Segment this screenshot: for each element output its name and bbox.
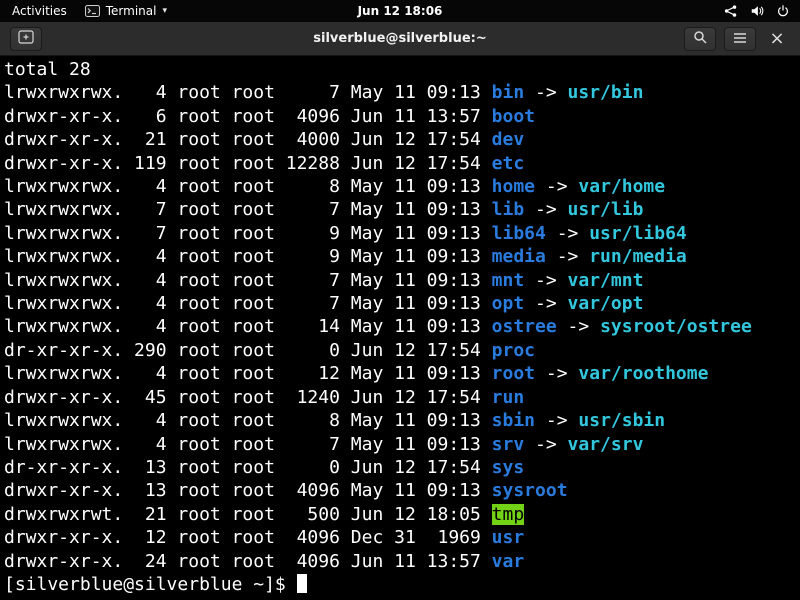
file-listing: lrwxrwxrwx. 4 root root 7 May 11 09:13 b… [4,81,800,573]
symlink-target: var/srv [568,434,644,455]
chevron-down-icon: ▾ [162,6,167,16]
file-name: run [492,387,525,408]
file-row: lrwxrwxrwx. 4 root root 7 May 11 09:13 b… [4,81,800,104]
file-row: lrwxrwxrwx. 4 root root 7 May 11 09:13 o… [4,292,800,315]
file-row: lrwxrwxrwx. 4 root root 9 May 11 09:13 m… [4,245,800,268]
file-row: dr-xr-xr-x. 290 root root 0 Jun 12 17:54… [4,339,800,362]
file-row: drwxr-xr-x. 6 root root 4096 Jun 11 13:5… [4,105,800,128]
shell-prompt: [silverblue@silverblue ~]$ [4,574,286,595]
symlink-target: sysroot/ostree [600,316,752,337]
top-bar: Activities Terminal ▾ Jun 12 18:06 [0,0,800,22]
file-name: root [492,363,535,384]
file-row: lrwxrwxrwx. 4 root root 14 May 11 09:13 … [4,315,800,338]
file-row: drwxrwxrwt. 21 root root 500 Jun 12 18:0… [4,503,800,526]
file-name: boot [492,106,535,127]
file-row: dr-xr-xr-x. 13 root root 0 Jun 12 17:54 … [4,456,800,479]
window-title: silverblue@silverblue:~ [313,31,486,46]
symlink-target: usr/lib64 [589,223,687,244]
terminal-icon [85,5,100,17]
search-icon [693,29,707,48]
file-name: sys [492,457,525,478]
app-menu-label: Terminal [106,4,157,18]
file-name: etc [492,153,525,174]
symlink-target: usr/sbin [578,410,665,431]
symlink-target: var/roothome [578,363,708,384]
file-name: dev [492,129,525,150]
clock[interactable]: Jun 12 18:06 [358,4,443,18]
file-name: lib [492,199,525,220]
file-name: sbin [492,410,535,431]
close-icon: × [769,30,784,48]
file-name: usr [492,527,525,548]
symlink-target: var/home [578,176,665,197]
activities-button[interactable]: Activities [10,4,69,18]
menu-button[interactable] [724,27,756,51]
file-name: tmp [492,504,525,525]
file-row: drwxr-xr-x. 12 root root 4096 Dec 31 196… [4,526,800,549]
new-tab-icon [18,29,34,48]
symlink-target: run/media [589,246,687,267]
terminal-viewport[interactable]: total 28lrwxrwxrwx. 4 root root 7 May 11… [0,56,800,599]
new-tab-button[interactable] [10,27,42,51]
file-name: mnt [492,270,525,291]
symlink-target: usr/bin [568,82,644,103]
system-status-area[interactable] [724,4,790,18]
menu-icon [733,29,747,48]
network-icon [724,4,738,18]
file-row: drwxr-xr-x. 24 root root 4096 Jun 11 13:… [4,550,800,573]
terminal-cursor [297,574,307,593]
app-menu-button[interactable]: Terminal ▾ [85,4,167,18]
file-name: opt [492,293,525,314]
file-row: lrwxrwxrwx. 4 root root 8 May 11 09:13 h… [4,175,800,198]
file-row: lrwxrwxrwx. 7 root root 9 May 11 09:13 l… [4,222,800,245]
search-button[interactable] [684,27,716,51]
file-row: lrwxrwxrwx. 4 root root 7 May 11 09:13 s… [4,433,800,456]
file-name: srv [492,434,525,455]
file-name: proc [492,340,535,361]
file-row: lrwxrwxrwx. 4 root root 12 May 11 09:13 … [4,362,800,385]
file-name: home [492,176,535,197]
power-icon [776,4,790,18]
file-row: drwxr-xr-x. 21 root root 4000 Jun 12 17:… [4,128,800,151]
top-bar-left: Activities Terminal ▾ [10,4,167,18]
close-button[interactable]: × [764,27,790,51]
file-row: drwxr-xr-x. 45 root root 1240 Jun 12 17:… [4,386,800,409]
file-name: lib64 [492,223,546,244]
file-name: sysroot [492,480,568,501]
total-line: total 28 [4,58,800,81]
file-row: lrwxrwxrwx. 7 root root 7 May 11 09:13 l… [4,198,800,221]
file-name: media [492,246,546,267]
file-row: drwxr-xr-x. 13 root root 4096 May 11 09:… [4,479,800,502]
file-name: bin [492,82,525,103]
file-row: drwxr-xr-x. 119 root root 12288 Jun 12 1… [4,152,800,175]
file-row: lrwxrwxrwx. 4 root root 7 May 11 09:13 m… [4,269,800,292]
file-name: var [492,551,525,572]
prompt-line: [silverblue@silverblue ~]$ [4,573,800,596]
header-bar-actions: × [684,27,790,51]
symlink-target: var/opt [568,293,644,314]
symlink-target: var/mnt [568,270,644,291]
volume-icon [750,4,764,18]
file-row: lrwxrwxrwx. 4 root root 8 May 11 09:13 s… [4,409,800,432]
terminal-header-bar: silverblue@silverblue:~ × [0,22,800,56]
symlink-target: usr/lib [568,199,644,220]
file-name: ostree [492,316,557,337]
